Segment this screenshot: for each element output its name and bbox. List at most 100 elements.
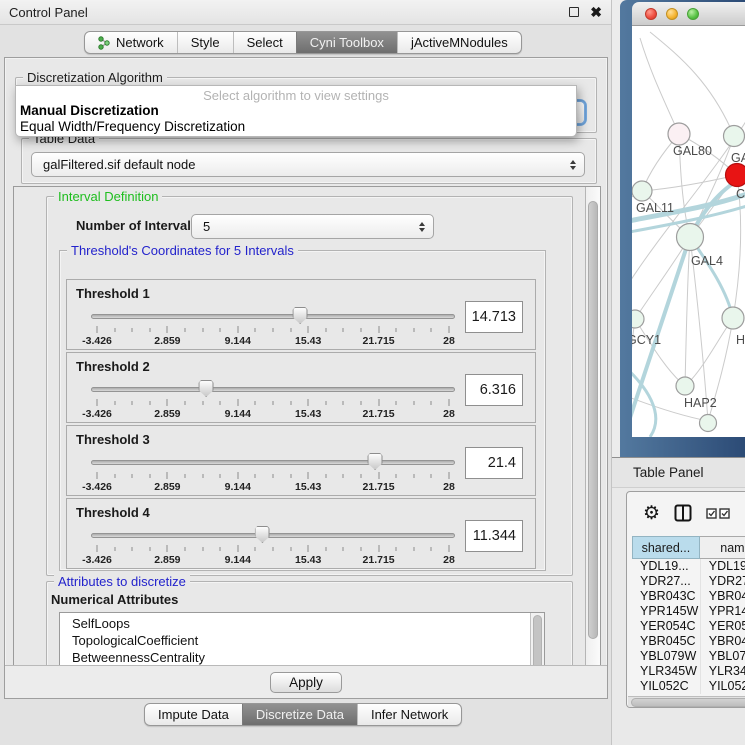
- tab-impute-label: Impute Data: [158, 707, 229, 722]
- table-cell[interactable]: YER054C: [632, 619, 700, 634]
- tab-select[interactable]: Select: [233, 32, 296, 53]
- attribute-list-item[interactable]: TopologicalCoefficient: [60, 632, 530, 649]
- table-row[interactable]: YDR27...YDR27...: [632, 574, 745, 589]
- table-cell[interactable]: YLR345W: [700, 664, 745, 679]
- network-canvas[interactable]: GAL80 GA C GAL11 GAL4 GCY1 H HAP2: [632, 26, 745, 437]
- table-cell[interactable]: YIL052C: [632, 679, 700, 694]
- threshold-4-value-field[interactable]: 11.344: [465, 520, 523, 552]
- node-gal11[interactable]: [632, 181, 652, 201]
- node-table-body: YDL19...YDL19...YDR27...YDR27...YBR043CY…: [632, 559, 745, 694]
- threshold-2-panel: Threshold 2 -3.4262.8599.14415.4321.7152…: [66, 352, 536, 423]
- attribute-list-item[interactable]: SelfLoops: [60, 615, 530, 632]
- tab-infer-network[interactable]: Infer Network: [357, 704, 461, 725]
- minimize-traffic-light-icon[interactable]: [666, 8, 678, 20]
- number-of-intervals-combobox[interactable]: 5: [191, 214, 434, 239]
- cyni-toolbox-panel: Discretization Algorithm Select algorith…: [4, 57, 608, 699]
- tab-network[interactable]: Network: [85, 32, 177, 53]
- table-cell[interactable]: YIL052C: [700, 679, 745, 694]
- table-cell[interactable]: YBL079W: [700, 649, 745, 664]
- node-label-hap2: HAP2: [684, 396, 717, 410]
- table-cell[interactable]: YBR045C: [632, 634, 700, 649]
- table-horizontal-scrollbar[interactable]: [628, 696, 745, 708]
- close-traffic-light-icon[interactable]: [645, 8, 657, 20]
- table-row[interactable]: YBL079WYBL079W: [632, 649, 745, 664]
- list-scrollbar[interactable]: [530, 613, 544, 666]
- attribute-list-item[interactable]: BetweennessCentrality: [60, 649, 530, 666]
- node-hap2[interactable]: [676, 377, 694, 395]
- slider-tick-labels: -3.4262.8599.14415.4321.71528: [97, 408, 449, 420]
- tick-label: 2.859: [154, 554, 180, 566]
- close-icon[interactable]: ✖: [590, 7, 602, 17]
- dropdown-option-manual[interactable]: Manual Discretization: [16, 103, 576, 119]
- table-cell[interactable]: YDL19...: [632, 559, 700, 574]
- tab-discretize-data[interactable]: Discretize Data: [242, 704, 357, 725]
- slider-thumb[interactable]: [255, 526, 270, 543]
- network-view-window: GAL80 GA C GAL11 GAL4 GCY1 H HAP2: [620, 0, 745, 457]
- dropdown-option-equal-width[interactable]: Equal Width/Frequency Discretization: [16, 119, 576, 135]
- slider-thumb[interactable]: [199, 380, 214, 397]
- threshold-4-panel: Threshold 4 -3.4262.8599.14415.4321.7152…: [66, 498, 536, 569]
- tick-label: 9.144: [225, 554, 251, 566]
- threshold-1-value-field[interactable]: 14.713: [465, 301, 523, 333]
- table-cell[interactable]: YER054C: [700, 619, 745, 634]
- node-selected-red[interactable]: [726, 164, 745, 187]
- node-gcy1[interactable]: [632, 310, 644, 328]
- node-gal4[interactable]: [677, 224, 704, 251]
- tab-jactivemnodules[interactable]: jActiveMNodules: [397, 32, 521, 53]
- interval-definition-group: Interval Definition Number of Intervals …: [46, 196, 573, 576]
- threshold-1-slider[interactable]: -3.4262.8599.14415.4321.71528: [91, 311, 455, 347]
- table-cell[interactable]: YLR345W: [632, 664, 700, 679]
- settings-scrollbar[interactable]: [585, 187, 600, 665]
- list-scrollbar-thumb[interactable]: [533, 615, 542, 666]
- table-row[interactable]: YER054CYER054C: [632, 619, 745, 634]
- table-row[interactable]: YBR045CYBR045C: [632, 634, 745, 649]
- table-cell[interactable]: YPR145W: [632, 604, 700, 619]
- threshold-2-slider[interactable]: -3.4262.8599.14415.4321.71528: [91, 384, 455, 420]
- node-top-right[interactable]: [724, 126, 745, 147]
- gear-icon[interactable]: ⚙: [643, 504, 660, 523]
- table-cell[interactable]: YBR043C: [632, 589, 700, 604]
- tick-label: 28: [443, 481, 455, 493]
- slider-thumb[interactable]: [293, 307, 308, 324]
- table-data-combobox[interactable]: galFiltered.sif default node: [31, 152, 585, 177]
- node-gal80[interactable]: [668, 123, 690, 145]
- group-title: Threshold's Coordinates for 5 Intervals: [67, 243, 298, 258]
- threshold-3-value-field[interactable]: 21.4: [465, 447, 523, 479]
- column-header-shared-name[interactable]: shared...: [632, 536, 700, 559]
- column-header-name[interactable]: name: [700, 536, 745, 559]
- table-cell[interactable]: YBR045C: [700, 634, 745, 649]
- checked-checkbox-icon[interactable]: [706, 508, 717, 519]
- float-window-icon[interactable]: [569, 7, 579, 17]
- threshold-3-slider[interactable]: -3.4262.8599.14415.4321.71528: [91, 457, 455, 493]
- table-row[interactable]: YBR043CYBR043C: [632, 589, 745, 604]
- apply-button[interactable]: Apply: [270, 672, 342, 693]
- settings-scrollbar-thumb[interactable]: [588, 201, 598, 639]
- node-bottom[interactable]: [700, 415, 717, 432]
- table-cell[interactable]: YDR27...: [632, 574, 700, 589]
- table-row[interactable]: YLR345WYLR345W: [632, 664, 745, 679]
- table-cell[interactable]: YDL19...: [700, 559, 745, 574]
- hscrollbar-thumb[interactable]: [631, 698, 745, 707]
- tick-label: 9.144: [225, 408, 251, 420]
- threshold-2-value-field[interactable]: 6.316: [465, 374, 523, 406]
- split-view-icon[interactable]: [674, 504, 692, 522]
- table-row[interactable]: YPR145WYPR145W: [632, 604, 745, 619]
- table-cell[interactable]: YDR27...: [700, 574, 745, 589]
- table-cell[interactable]: YBR043C: [700, 589, 745, 604]
- tab-impute-data[interactable]: Impute Data: [145, 704, 242, 725]
- table-cell[interactable]: YBL079W: [632, 649, 700, 664]
- zoom-traffic-light-icon[interactable]: [687, 8, 699, 20]
- table-row[interactable]: YIL052CYIL052C: [632, 679, 745, 694]
- slider-thumb[interactable]: [368, 453, 383, 470]
- checkbox-group: [706, 508, 730, 519]
- tab-style[interactable]: Style: [177, 32, 233, 53]
- node-h[interactable]: [722, 307, 744, 329]
- tick-label: 21.715: [363, 554, 395, 566]
- numerical-attributes-list[interactable]: SelfLoopsTopologicalCoefficientBetweenne…: [59, 612, 545, 666]
- checked-checkbox-icon[interactable]: [719, 508, 730, 519]
- table-cell[interactable]: YPR145W: [700, 604, 745, 619]
- tick-label: 21.715: [363, 481, 395, 493]
- table-row[interactable]: YDL19...YDL19...: [632, 559, 745, 574]
- tab-cyni-toolbox[interactable]: Cyni Toolbox: [296, 32, 397, 53]
- threshold-4-slider[interactable]: -3.4262.8599.14415.4321.71528: [91, 530, 455, 566]
